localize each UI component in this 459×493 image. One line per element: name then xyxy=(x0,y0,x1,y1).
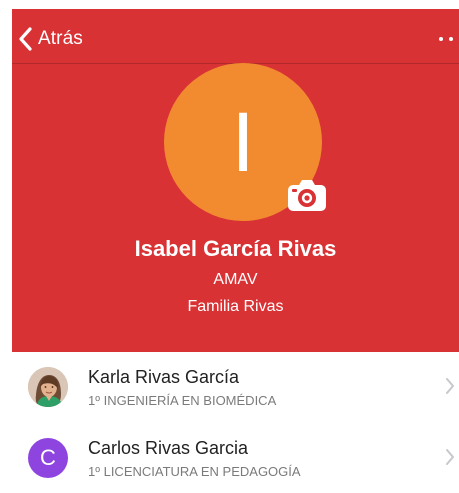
contact-program: 1º LICENCIATURA EN PEDAGOGÍA xyxy=(88,464,301,479)
contact-letter-avatar: C xyxy=(28,438,68,478)
profile-name: Isabel García Rivas xyxy=(134,236,337,261)
back-button[interactable]: Atrás xyxy=(18,25,83,53)
navigation-bar: Atrás xyxy=(12,9,459,64)
contact-name: Karla Rivas García xyxy=(88,367,240,387)
chevron-right-icon xyxy=(446,449,454,465)
person-photo-icon xyxy=(28,367,68,407)
profile-header: Atrás I Isabel García Rivas AMAV Familia… xyxy=(12,9,459,352)
back-button-label: Atrás xyxy=(38,28,83,49)
contact-list-item[interactable]: C Carlos Rivas Garcia 1º LICENCIATURA EN… xyxy=(12,423,459,493)
contact-program: 1º INGENIERÍA EN BIOMÉDICA xyxy=(88,393,277,408)
contact-name: Carlos Rivas Garcia xyxy=(88,438,249,458)
camera-icon[interactable] xyxy=(285,177,329,213)
chevron-left-icon xyxy=(19,27,32,51)
profile-family: Familia Rivas xyxy=(187,298,284,315)
contact-list-item[interactable]: Karla Rivas García 1º INGENIERÍA EN BIOM… xyxy=(12,352,459,422)
more-dots-icon[interactable] xyxy=(437,31,457,47)
profile-organization: AMAV xyxy=(213,271,258,288)
chevron-right-icon xyxy=(446,378,454,394)
family-members-list: Karla Rivas García 1º INGENIERÍA EN BIOM… xyxy=(12,352,459,493)
contact-photo-avatar xyxy=(28,367,68,407)
profile-screen: Atrás I Isabel García Rivas AMAV Familia… xyxy=(0,0,459,493)
